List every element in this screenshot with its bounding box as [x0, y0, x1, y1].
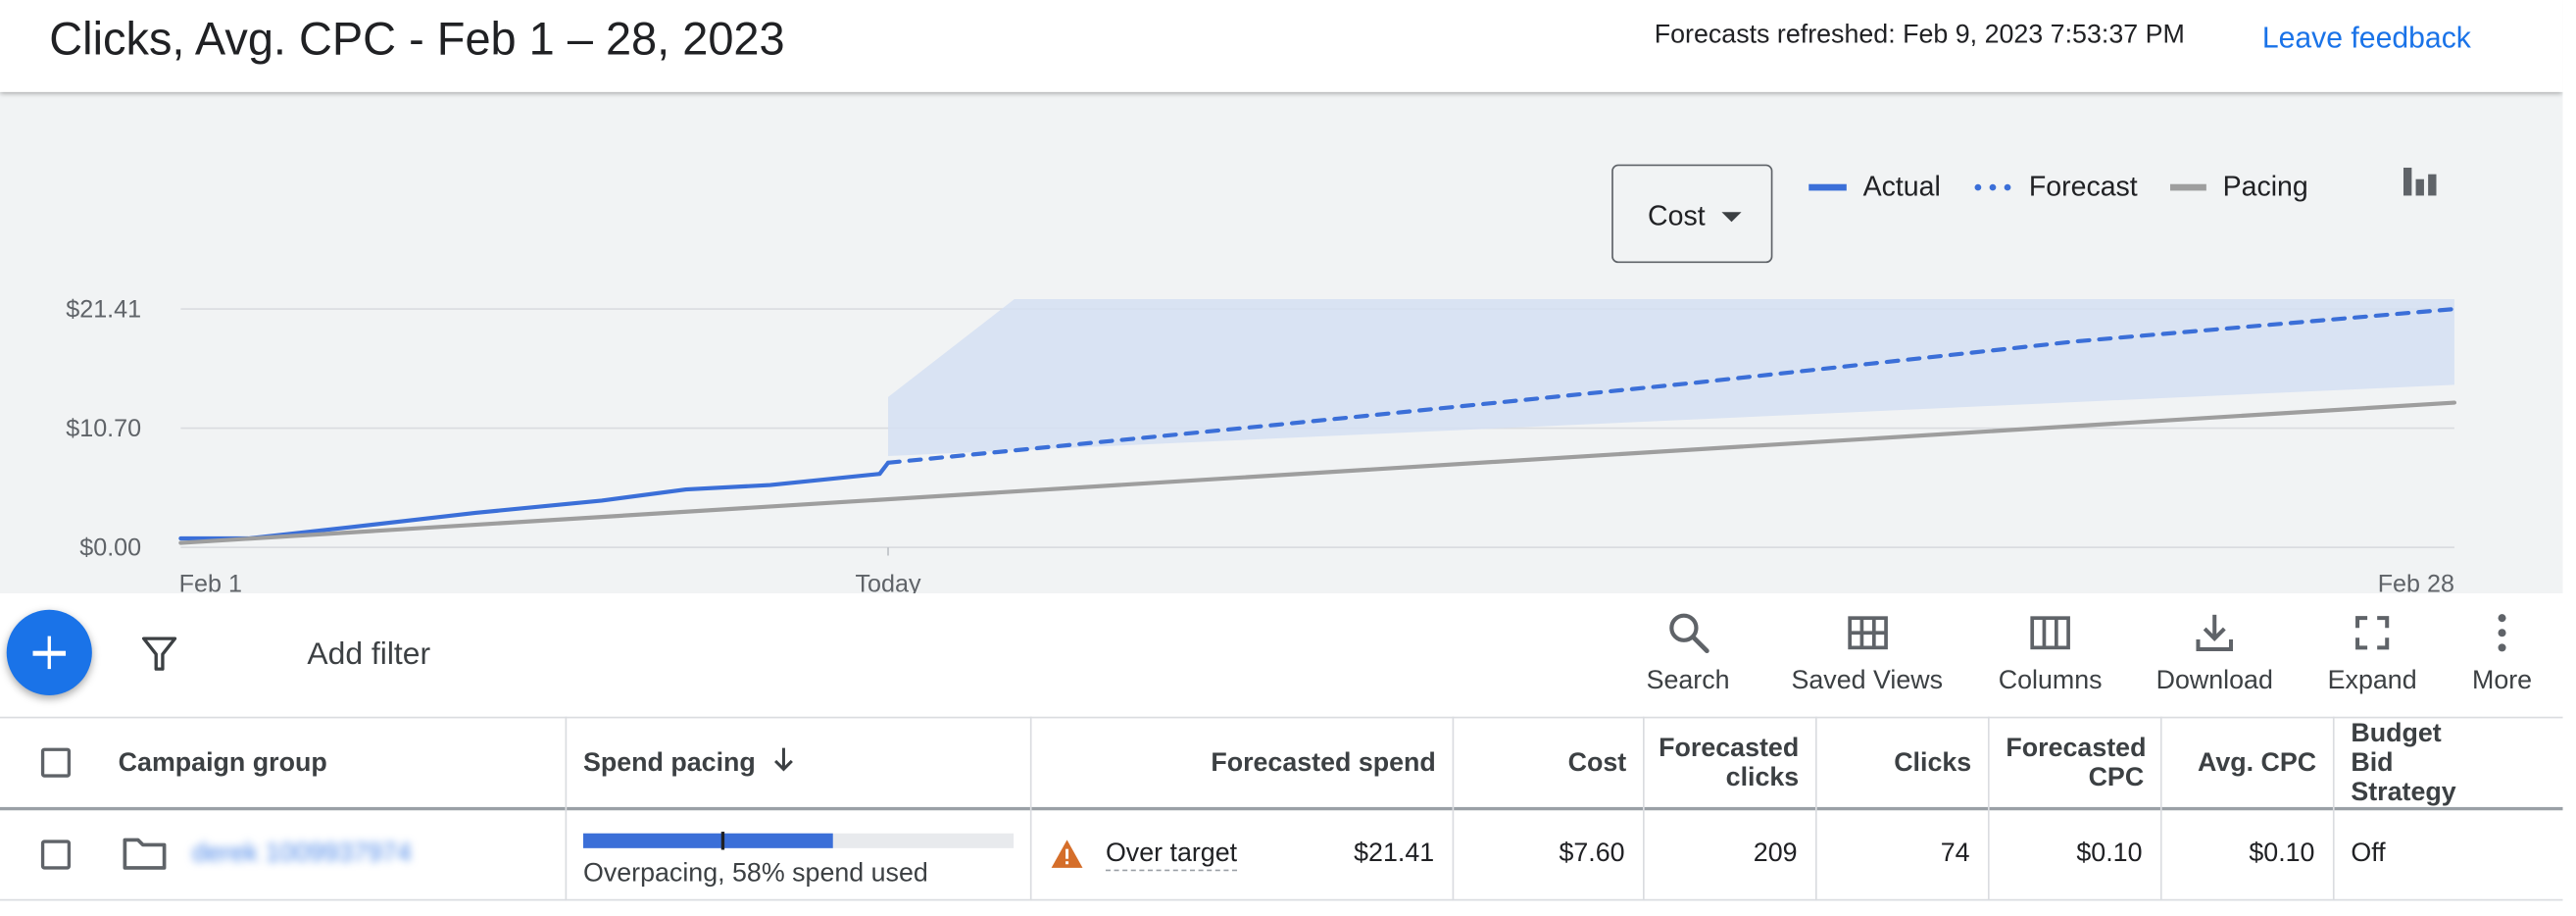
- page-edge: [2562, 0, 2576, 916]
- saved-views-button[interactable]: Saved Views: [1786, 611, 1949, 706]
- more-vert-icon: [2498, 614, 2506, 652]
- table-header: Campaign group Spend pacing Forecasted s…: [0, 716, 2563, 811]
- warning-icon: [1050, 839, 1084, 878]
- spend-pacing-text: Overpacing, 58% spend used: [582, 859, 928, 889]
- row-checkbox[interactable]: [40, 840, 72, 870]
- expand-button[interactable]: Expand: [2321, 611, 2423, 706]
- add-filter-button[interactable]: Add filter: [307, 637, 430, 674]
- metric-select-value: Cost: [1648, 200, 1706, 232]
- download-icon: [2196, 614, 2234, 652]
- forecasted-spend-value: $21.41: [1354, 840, 1435, 868]
- columns-button[interactable]: Columns: [1993, 611, 2107, 706]
- x-tick-label: Feb 1: [179, 570, 242, 593]
- spend-pacing-bar: [582, 832, 1015, 850]
- forecast-refreshed-text: Forecasts refreshed: Feb 9, 2023 7:53:37…: [1654, 21, 2185, 50]
- x-tick-label: Today: [855, 570, 920, 593]
- series-line-actual: [178, 460, 891, 541]
- forecasted-clicks-value: 209: [1753, 840, 1798, 868]
- spend-pacing-marker: [720, 832, 724, 850]
- add-button[interactable]: [6, 609, 92, 695]
- campaign-table: Campaign group Spend pacing Forecasted s…: [0, 716, 2563, 916]
- column-header-campaign-group[interactable]: Campaign group: [119, 718, 546, 808]
- folder-icon: [122, 834, 168, 882]
- legend-pacing-label: Pacing: [2222, 171, 2308, 203]
- more-button[interactable]: More: [2464, 611, 2540, 706]
- more-label: More: [2471, 667, 2533, 695]
- x-tick-label: Feb 28: [2378, 570, 2454, 593]
- select-all-checkbox[interactable]: [40, 747, 72, 778]
- legend-forecast-swatch: [1974, 183, 2011, 191]
- y-tick-label: $0.00: [79, 534, 141, 561]
- column-header-spend-pacing[interactable]: Spend pacing: [583, 718, 1011, 808]
- expand-label: Expand: [2327, 667, 2417, 695]
- column-header-forecasted-spend[interactable]: Forecasted spend: [1052, 718, 1436, 808]
- bar-chart-icon[interactable]: [2402, 163, 2438, 207]
- legend-pacing-swatch: [2169, 183, 2206, 191]
- y-tick-label: $21.41: [66, 295, 141, 323]
- legend-forecast-label: Forecast: [2028, 171, 2138, 203]
- saved-views-label: Saved Views: [1791, 667, 1944, 695]
- page-title: Clicks, Avg. CPC - Feb 1 – 28, 2023: [49, 13, 785, 65]
- clicks-value: 74: [1940, 840, 1970, 868]
- metric-select[interactable]: Cost: [1611, 164, 1773, 264]
- forecasted-cpc-value: $0.10: [2076, 840, 2143, 868]
- caret-down-icon: [1721, 212, 1742, 223]
- y-tick-label: $10.70: [66, 415, 141, 442]
- legend-actual-swatch: [1808, 183, 1847, 191]
- cost-line-chart: $21.41 $10.70 $0.00 Feb 1 Today Feb 28: [66, 295, 2457, 593]
- column-header-cost[interactable]: Cost: [1470, 718, 1627, 808]
- budget-bid-strategy-value: Off: [2351, 840, 2386, 868]
- leave-feedback-link[interactable]: Leave feedback: [2262, 22, 2471, 56]
- grid-icon: [1847, 616, 1888, 650]
- expand-icon: [2355, 616, 2390, 650]
- column-header-forecasted-cpc[interactable]: Forecasted CPC: [1988, 718, 2146, 808]
- campaign-group-name[interactable]: derek 1009937974: [192, 840, 412, 869]
- table-row[interactable]: derek 1009937974 Overpacing, 58% spend u…: [0, 810, 2563, 901]
- column-header-budget-bid-strategy[interactable]: Budget Bid Strategy: [2351, 718, 2556, 808]
- filter-icon[interactable]: [139, 635, 178, 683]
- spend-pacing-fill: [582, 833, 833, 848]
- column-header-avg-cpc[interactable]: Avg. CPC: [2160, 718, 2316, 808]
- forecast-status[interactable]: Over target: [1105, 840, 1238, 872]
- search-label: Search: [1646, 667, 1730, 695]
- column-header-forecasted-clicks[interactable]: Forecasted clicks: [1643, 718, 1799, 808]
- columns-label: Columns: [1998, 667, 2103, 695]
- legend-actual-label: Actual: [1862, 171, 1941, 203]
- download-label: Download: [2155, 667, 2273, 695]
- download-button[interactable]: Download: [2151, 611, 2279, 706]
- cost-value: $7.60: [1559, 840, 1625, 868]
- search-icon: [1668, 613, 1709, 654]
- column-header-clicks[interactable]: Clicks: [1815, 718, 1971, 808]
- avg-cpc-value: $0.10: [2249, 840, 2315, 868]
- report-header: Clicks, Avg. CPC - Feb 1 – 28, 2023 Fore…: [0, 0, 2563, 92]
- forecast-range-band: [888, 298, 2454, 457]
- columns-icon: [2030, 616, 2070, 650]
- arrow-down-icon: [772, 746, 795, 781]
- search-button[interactable]: Search: [1643, 611, 1733, 706]
